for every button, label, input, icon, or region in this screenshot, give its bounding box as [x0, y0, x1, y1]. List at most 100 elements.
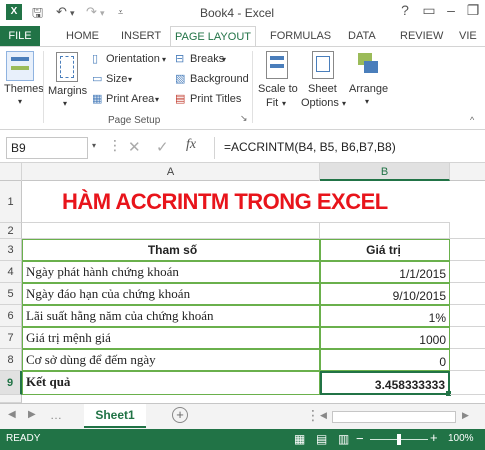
breaks-dropdown-icon[interactable]: ▾ — [222, 55, 226, 64]
param-cell[interactable]: Lãi suất hằng năm của chứng khoán — [22, 305, 320, 327]
orientation-dropdown-icon[interactable]: ▾ — [162, 55, 166, 64]
collapse-ribbon-icon[interactable]: ^ — [470, 115, 474, 125]
themes-dropdown-icon[interactable]: ▾ — [18, 97, 22, 106]
arrange-dropdown-icon[interactable]: ▾ — [365, 97, 369, 106]
header-value[interactable]: Giá trị — [320, 239, 450, 261]
value-cell[interactable]: 1% — [320, 305, 450, 327]
zoom-in-button[interactable]: + — [430, 430, 438, 445]
title-cell[interactable]: HÀM ACCRINTM TRONG EXCEL — [22, 181, 450, 223]
row-header[interactable]: 4 — [0, 261, 22, 283]
print-area-icon[interactable]: ▦ — [92, 92, 102, 105]
arrange-icon[interactable] — [356, 51, 380, 79]
breaks-button[interactable]: Breaks — [190, 53, 224, 65]
margins-dropdown-icon[interactable]: ▾ — [63, 99, 67, 108]
param-cell[interactable]: Cơ sở dùng để đếm ngày — [22, 349, 320, 371]
value-cell[interactable]: 0 — [320, 349, 450, 371]
help-button[interactable]: ? — [394, 2, 416, 22]
page-break-view-icon[interactable]: ▥ — [338, 432, 349, 446]
cancel-icon[interactable]: ✕ — [128, 138, 141, 156]
prev-sheet-icon[interactable]: ◀ — [8, 409, 16, 420]
result-value-cell[interactable]: 3.458333333 — [320, 371, 450, 395]
size-dropdown-icon[interactable]: ▾ — [128, 75, 132, 84]
print-titles-icon[interactable]: ▤ — [175, 92, 185, 105]
row-header[interactable]: 7 — [0, 327, 22, 349]
tab-home[interactable]: HOME — [66, 26, 99, 46]
cell[interactable] — [22, 223, 320, 239]
sheet-options-dropdown-icon[interactable]: ▾ — [342, 99, 346, 108]
size-button[interactable]: Size — [106, 73, 127, 85]
more-sheets-icon[interactable]: … — [50, 408, 62, 422]
row-header[interactable]: 6 — [0, 305, 22, 327]
orientation-button[interactable]: Orientation — [106, 53, 160, 65]
header-param[interactable]: Tham số — [22, 239, 320, 261]
background-icon[interactable]: ▧ — [175, 72, 185, 85]
formula-input[interactable]: =ACCRINTM(B4, B5, B6,B7,B8) — [222, 137, 482, 159]
orientation-icon[interactable]: ▯ — [92, 52, 98, 65]
tab-file[interactable]: FILE — [0, 26, 40, 46]
scroll-divider-icon[interactable]: ⋮ — [306, 407, 320, 424]
row-header[interactable]: 9 — [0, 371, 22, 395]
page-layout-view-icon[interactable]: ▤ — [316, 432, 327, 446]
print-titles-button[interactable]: Print Titles — [190, 93, 241, 105]
undo-dropdown-icon[interactable]: ▾ — [70, 8, 75, 19]
margins-icon[interactable] — [56, 52, 78, 82]
row-header[interactable]: 8 — [0, 349, 22, 371]
scroll-left-icon[interactable]: ◀ — [320, 410, 327, 421]
cell[interactable] — [450, 349, 485, 371]
cell[interactable] — [450, 371, 485, 395]
param-cell[interactable]: Ngày phát hành chứng khoán — [22, 261, 320, 283]
excel-logo-icon[interactable]: X — [6, 4, 22, 20]
row-header[interactable] — [0, 395, 22, 403]
insert-function-button[interactable]: fx — [186, 137, 196, 153]
cell[interactable] — [450, 223, 485, 239]
restore-icon[interactable]: ❐ — [462, 2, 484, 22]
background-button[interactable]: Background — [190, 73, 249, 85]
tab-view[interactable]: VIE — [459, 26, 477, 46]
column-header-a[interactable]: A — [22, 163, 320, 181]
value-cell[interactable]: 1000 — [320, 327, 450, 349]
print-area-button[interactable]: Print Area — [106, 93, 154, 105]
save-icon[interactable]: 🖫 — [32, 4, 43, 26]
scale-to-fit-icon[interactable] — [266, 51, 288, 79]
zoom-out-button[interactable]: − — [356, 431, 364, 446]
cell[interactable] — [450, 239, 485, 261]
result-label-cell[interactable]: Kết quả — [22, 371, 320, 395]
size-icon[interactable]: ▭ — [92, 72, 102, 85]
tab-page-layout[interactable]: PAGE LAYOUT — [170, 26, 256, 46]
tab-formulas[interactable]: FORMULAS — [270, 26, 331, 46]
tab-data[interactable]: DATA — [348, 26, 376, 46]
undo-icon[interactable]: ↶ — [56, 4, 67, 20]
formula-options-icon[interactable]: ⋮ — [108, 137, 122, 154]
customize-qat-icon[interactable]: ⩡ — [118, 7, 123, 18]
param-cell[interactable]: Giá trị mệnh giá — [22, 327, 320, 349]
zoom-level[interactable]: 100% — [448, 433, 474, 444]
horizontal-scrollbar[interactable] — [332, 411, 456, 423]
redo-dropdown-icon[interactable]: ▾ — [100, 8, 105, 19]
normal-view-icon[interactable]: ▦ — [294, 432, 305, 446]
tab-insert[interactable]: INSERT — [121, 26, 161, 46]
value-cell[interactable]: 1/1/2015 — [320, 261, 450, 283]
row-header[interactable]: 3 — [0, 239, 22, 261]
ribbon-display-icon[interactable]: ▭ — [418, 2, 440, 22]
row-header[interactable]: 5 — [0, 283, 22, 305]
zoom-slider-thumb[interactable] — [397, 434, 401, 445]
name-box-dropdown-icon[interactable]: ▾ — [92, 141, 96, 150]
value-cell[interactable]: 9/10/2015 — [320, 283, 450, 305]
tab-review[interactable]: REVIEW — [400, 26, 443, 46]
themes-icon[interactable] — [6, 51, 34, 81]
scale-to-fit-button[interactable]: Scale to — [258, 83, 298, 95]
add-sheet-icon[interactable]: + — [172, 407, 188, 423]
cell[interactable] — [320, 223, 450, 239]
scale-to-fit-dropdown-icon[interactable]: ▾ — [282, 99, 286, 108]
cell[interactable] — [450, 327, 485, 349]
cell[interactable] — [450, 305, 485, 327]
sheet-options-icon[interactable] — [312, 51, 334, 79]
enter-icon[interactable]: ✓ — [156, 138, 169, 156]
next-sheet-icon[interactable]: ▶ — [28, 409, 36, 420]
sheet-options-button[interactable]: Sheet — [308, 83, 337, 95]
column-header-b[interactable]: B — [320, 163, 450, 181]
cell[interactable] — [450, 283, 485, 305]
breaks-icon[interactable]: ⊟ — [175, 52, 184, 65]
param-cell[interactable]: Ngày đáo hạn của chứng khoán — [22, 283, 320, 305]
redo-icon[interactable]: ↷ — [86, 4, 97, 20]
